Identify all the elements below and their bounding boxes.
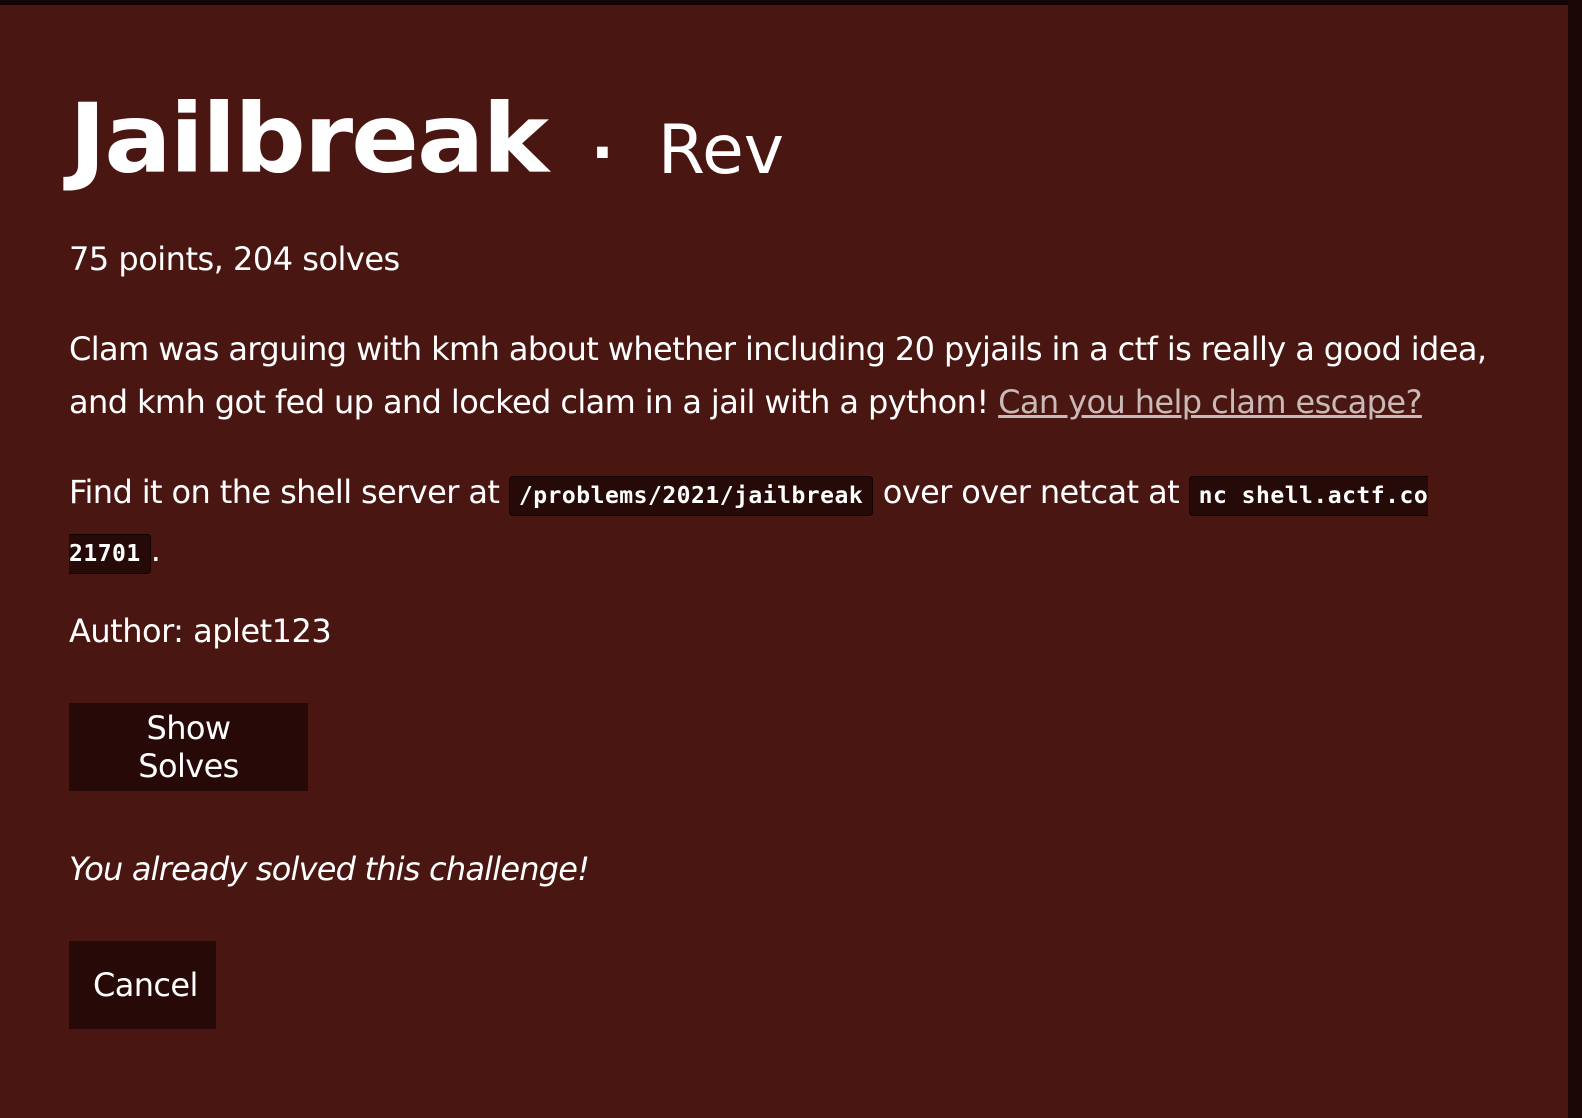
shell-info: Find it on the shell server at /problems… <box>69 465 1485 577</box>
title-separator: · <box>590 118 614 188</box>
shell-prefix: Find it on the shell server at <box>69 473 509 511</box>
challenge-modal: Jailbreak · Rev 75 points, 204 solves Cl… <box>0 5 1568 1118</box>
solved-message: You already solved this challenge! <box>69 850 590 888</box>
cancel-button[interactable]: Cancel <box>69 941 216 1029</box>
challenge-link[interactable]: Can you help clam escape? <box>998 383 1422 421</box>
challenge-author: Author: aplet123 <box>69 612 332 650</box>
shell-suffix: . <box>150 531 161 569</box>
shell-middle: over over netcat at <box>873 473 1189 511</box>
show-solves-button[interactable]: Show Solves <box>69 703 308 791</box>
shell-path-code: /problems/2021/jailbreak <box>508 476 874 516</box>
challenge-category: Rev <box>657 111 785 190</box>
challenge-title: Jailbreak <box>69 82 549 195</box>
page-background-edge <box>1568 0 1582 1118</box>
title-row: Jailbreak · Rev <box>69 89 784 189</box>
challenge-description: Clam was arguing with kmh about whether … <box>69 323 1499 429</box>
challenge-stats: 75 points, 204 solves <box>69 240 400 278</box>
